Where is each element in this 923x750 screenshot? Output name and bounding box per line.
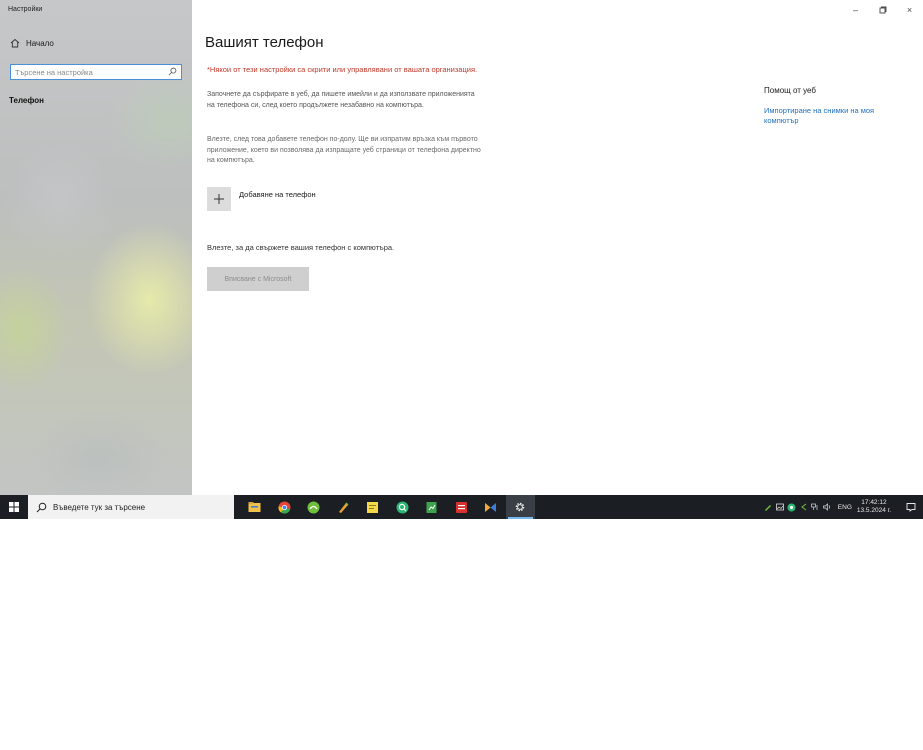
notification-center-button[interactable] — [899, 495, 923, 519]
home-icon — [10, 38, 20, 48]
tray-image-icon[interactable] — [774, 495, 786, 519]
taskbar-file-explorer[interactable] — [240, 495, 270, 519]
notification-icon — [906, 503, 916, 512]
system-tray: ENG 17:42:12 13.5.2024 г. — [762, 495, 923, 519]
chevron-left-icon — [800, 503, 807, 511]
taskbar-settings[interactable] — [505, 495, 535, 519]
start-button[interactable] — [0, 495, 28, 519]
sidebar-home-label: Начало — [26, 38, 54, 48]
tray-chevron-icon[interactable] — [798, 495, 810, 519]
spreadsheet-icon — [426, 501, 437, 513]
taskbar-pen-app[interactable] — [329, 495, 359, 519]
search-icon — [36, 502, 47, 512]
green-app-icon — [307, 501, 320, 513]
file-explorer-icon — [248, 502, 261, 512]
search-icon[interactable] — [168, 67, 177, 76]
taskbar-chrome[interactable] — [270, 495, 300, 519]
taskbar-sticky-notes[interactable] — [358, 495, 388, 519]
search-app-icon — [396, 501, 409, 513]
page-title: Вашият телефон — [205, 34, 324, 51]
add-phone-button[interactable]: Добавяне на телефон — [207, 187, 316, 211]
tray-date: 13.5.2024 г. — [856, 507, 891, 514]
add-phone-label: Добавяне на телефон — [239, 190, 316, 199]
media-app-icon — [485, 502, 497, 512]
window-controls: – × — [842, 0, 923, 20]
settings-search-input[interactable] — [11, 67, 161, 77]
plus-icon — [214, 194, 224, 204]
help-title: Помощ от уеб — [764, 86, 816, 95]
taskbar-green-app[interactable] — [299, 495, 329, 519]
taskbar-red-app[interactable] — [447, 495, 477, 519]
org-warning-text: *Някои от тези настройки са скрити или у… — [207, 65, 478, 74]
tray-clock[interactable]: 17:42:12 13.5.2024 г. — [857, 499, 891, 515]
taskbar-apps — [240, 495, 535, 519]
taskbar: Въведете тук за търсене ENG 17:42:12 13.… — [0, 495, 923, 519]
maximize-button[interactable] — [869, 0, 896, 20]
taskbar-search-box[interactable]: Въведете тук за търсене — [28, 495, 234, 519]
green-circle-icon — [787, 503, 796, 511]
settings-sidebar: Настройки Начало Телефон — [0, 0, 192, 495]
add-phone-plus-box[interactable] — [207, 187, 231, 211]
network-icon — [811, 503, 818, 510]
screen: Настройки Начало Телефон – × Вашият — [0, 0, 923, 750]
tray-network-icon[interactable] — [810, 495, 822, 519]
taskbar-spreadsheet-app[interactable] — [417, 495, 447, 519]
tray-app-icon[interactable] — [786, 495, 798, 519]
settings-icon — [515, 502, 525, 512]
sticky-notes-icon — [367, 501, 379, 513]
link-paragraph: Влезте, след това добавете телефон по-до… — [207, 136, 481, 164]
red-app-icon — [455, 501, 467, 513]
sidebar-item-phone[interactable]: Телефон — [9, 96, 44, 105]
windows-logo-icon — [9, 502, 19, 512]
tray-volume-icon[interactable] — [822, 495, 834, 519]
tray-edit-icon[interactable] — [762, 495, 774, 519]
volume-icon — [823, 503, 831, 511]
settings-search-box[interactable] — [10, 64, 182, 80]
taskbar-search-app[interactable] — [388, 495, 418, 519]
minimize-button[interactable]: – — [842, 0, 869, 20]
image-icon — [775, 503, 784, 511]
tray-language[interactable]: ENG — [838, 504, 852, 511]
pen-app-icon — [338, 501, 349, 513]
maximize-icon — [879, 6, 886, 14]
app-title: Настройки — [8, 6, 43, 13]
intro-paragraph: Започнете да сърфирате в уеб, да пишете … — [207, 91, 475, 109]
help-link-import-photos[interactable]: Импортиране на снимки на моя компютър — [764, 106, 904, 126]
close-button[interactable]: × — [896, 0, 923, 20]
taskbar-search-label: Въведете тук за търсене — [53, 502, 146, 512]
signin-microsoft-button[interactable]: Вписване с Microsoft — [207, 267, 309, 291]
chrome-icon — [278, 501, 291, 514]
taskbar-media-app[interactable] — [476, 495, 506, 519]
tray-time: 17:42:12 — [861, 499, 887, 506]
sidebar-home-link[interactable]: Начало — [10, 38, 54, 48]
signin-prompt: Влезте, за да свържете вашия телефон с к… — [207, 243, 395, 252]
pencil-icon — [764, 505, 771, 511]
